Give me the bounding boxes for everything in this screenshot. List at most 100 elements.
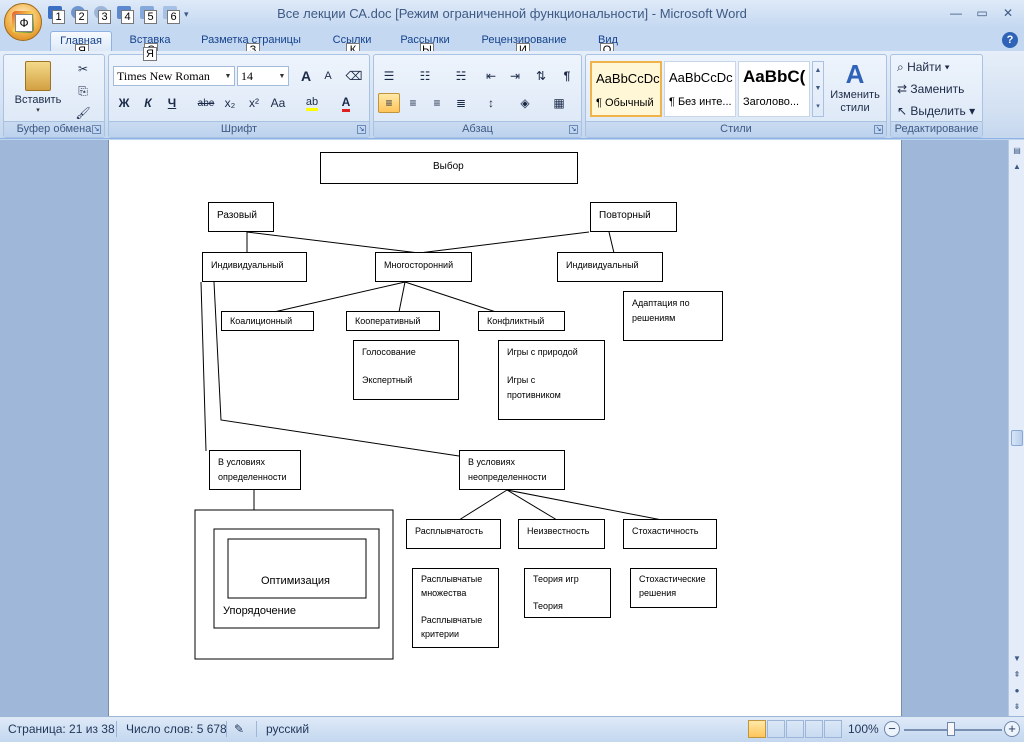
styles-scroll[interactable]: ▲ ▼ ▾ [812, 61, 824, 117]
line-spacing-icon[interactable]: ↕ [480, 93, 502, 113]
maximize-button[interactable]: ▭ [970, 4, 994, 22]
browse-object-icon[interactable]: ● [1010, 684, 1024, 698]
tab-mailings[interactable]: Рассылки Ы [392, 31, 458, 57]
styles-launcher-icon[interactable]: ↘ [874, 125, 883, 134]
show-marks-icon[interactable]: ¶ [556, 66, 578, 86]
align-left-icon[interactable]: ≡ [378, 93, 400, 113]
vertical-scrollbar[interactable]: ▤ ▲ ▼ ⇞ ● ⇟ [1008, 140, 1024, 716]
numbering-icon[interactable]: ☷ [414, 66, 436, 86]
word-count[interactable]: Число слов: 5 678 [126, 722, 227, 736]
change-case-button[interactable]: Aa [267, 93, 289, 113]
font-size-select[interactable]: 14 ▼ [237, 66, 289, 86]
replace-button[interactable]: ⇄ Заменить [897, 82, 964, 100]
minimize-button[interactable]: — [944, 4, 968, 22]
node-one-time: Разовый [208, 202, 274, 232]
paragraph-launcher-icon[interactable]: ↘ [569, 125, 578, 134]
tab-page-layout[interactable]: Разметка страницы З [192, 31, 310, 57]
select-button[interactable]: ↖ Выделить ▾ [897, 104, 975, 122]
highlight-icon[interactable]: ab [301, 93, 323, 113]
ribbon: Вставить ▾ ✂ ⎘ 🖌 Буфер обмена ↘ Times Ne… [0, 47, 1024, 139]
next-page-icon[interactable]: ⇟ [1010, 700, 1024, 714]
cursor-icon: ↖ [897, 104, 911, 118]
strikethrough-button[interactable]: abe [195, 93, 217, 113]
node-fuzzy-sets: Расплывчатые множества Расплывчатые крит… [412, 568, 499, 648]
font-launcher-icon[interactable]: ↘ [357, 125, 366, 134]
tab-home[interactable]: ГлавнаяЯ [50, 31, 112, 58]
node-game-theory: Теория игр Теория [524, 568, 611, 618]
bullets-icon[interactable]: ☰ [378, 66, 400, 86]
bold-button[interactable]: Ж [113, 93, 135, 113]
format-painter-icon[interactable]: 🖌 [72, 103, 94, 123]
align-center-icon[interactable]: ≡ [402, 93, 424, 113]
help-icon[interactable]: ? [1002, 32, 1018, 48]
shrink-font-button[interactable]: A [317, 66, 339, 86]
font-color-icon[interactable]: A [335, 93, 357, 113]
print-layout-view-icon[interactable] [748, 720, 766, 738]
underline-button[interactable]: Ч [161, 93, 183, 113]
styles-group-label: Стили [586, 121, 886, 137]
borders-icon[interactable]: ▦ [548, 93, 570, 113]
node-choice: Выбор [320, 152, 578, 184]
paragraph-group: ☰ ☷ ☵ ⇤ ⇥ ⇅ ¶ ≡ ≡ ≡ ≣ ↕ ◈ ▦ Абзац ↘ [373, 54, 582, 138]
window-controls: — ▭ ✕ [944, 4, 1020, 22]
font-group-label: Шрифт [109, 121, 369, 137]
superscript-button[interactable]: x² [243, 93, 265, 113]
node-games: Игры с природой Игры с противником [498, 340, 605, 420]
clipboard-launcher-icon[interactable]: ↘ [92, 125, 101, 134]
language-indicator[interactable]: русский [266, 722, 309, 736]
font-family-select[interactable]: Times New Roman ▼ [113, 66, 235, 86]
document-area[interactable]: Выбор Разовый Повторный Индивидуальный М… [0, 140, 1008, 716]
close-button[interactable]: ✕ [996, 4, 1020, 22]
node-coalition: Коалиционный [221, 311, 314, 331]
tab-view[interactable]: Вид О [590, 31, 626, 57]
change-styles-button[interactable]: A Изменить стили [826, 59, 884, 119]
node-individual-left: Индивидуальный [202, 252, 307, 282]
scroll-thumb[interactable] [1011, 430, 1023, 446]
document-page[interactable]: Выбор Разовый Повторный Индивидуальный М… [108, 140, 902, 716]
scroll-down-icon[interactable]: ▼ [1010, 652, 1024, 666]
paste-icon [25, 61, 51, 91]
full-screen-reading-view-icon[interactable] [767, 720, 785, 738]
style-normal[interactable]: AaBbCcDc ¶ Обычный [590, 61, 662, 117]
scroll-up-icon[interactable]: ▲ [1010, 160, 1024, 174]
multilevel-list-icon[interactable]: ☵ [450, 66, 472, 86]
proofing-icon[interactable]: ✎ [234, 722, 244, 736]
node-cooperative: Кооперативный [346, 311, 440, 331]
shading-icon[interactable]: ◈ [514, 93, 536, 113]
outline-view-icon[interactable] [805, 720, 823, 738]
title-bar: 1 2 3 4 5 6 ▾ Все лекции СА.doc [Режим о… [0, 0, 1024, 28]
web-layout-view-icon[interactable] [786, 720, 804, 738]
increase-indent-icon[interactable]: ⇥ [504, 66, 526, 86]
zoom-out-button[interactable]: − [884, 721, 900, 737]
ruler-toggle-icon[interactable]: ▤ [1010, 144, 1024, 158]
subscript-button[interactable]: x₂ [219, 93, 241, 113]
zoom-level[interactable]: 100% [848, 722, 879, 736]
change-styles-icon: A [845, 59, 865, 89]
align-right-icon[interactable]: ≡ [426, 93, 448, 113]
decrease-indent-icon[interactable]: ⇤ [480, 66, 502, 86]
copy-icon[interactable]: ⎘ [72, 81, 94, 101]
find-button[interactable]: ⌕ Найти ▾ [897, 60, 950, 78]
window-title: Все лекции СА.doc [Режим ограниченной фу… [277, 6, 747, 21]
node-certainty: В условиях определенности [209, 450, 301, 490]
previous-page-icon[interactable]: ⇞ [1010, 668, 1024, 682]
cut-icon[interactable]: ✂ [72, 59, 94, 79]
style-no-spacing[interactable]: AaBbCcDc ¶ Без инте... [664, 61, 736, 117]
office-button[interactable]: Ф [4, 3, 42, 41]
paste-button[interactable]: Вставить ▾ [12, 59, 64, 119]
zoom-in-button[interactable]: + [1004, 721, 1020, 737]
style-heading[interactable]: AaBbC( Заголово... [738, 61, 810, 117]
draft-view-icon[interactable] [824, 720, 842, 738]
sort-icon[interactable]: ⇅ [530, 66, 552, 86]
zoom-slider-thumb[interactable] [947, 722, 955, 736]
tab-references[interactable]: Ссылки К [326, 31, 378, 57]
styles-group: AaBbCcDc ¶ Обычный AaBbCcDc ¶ Без инте..… [585, 54, 887, 138]
tab-review[interactable]: Рецензирование И [472, 31, 576, 57]
node-repeated: Повторный [590, 202, 677, 232]
page-indicator[interactable]: Страница: 21 из 38 [8, 722, 115, 736]
grow-font-button[interactable]: A [295, 66, 317, 86]
justify-icon[interactable]: ≣ [450, 93, 472, 113]
italic-button[interactable]: К [137, 93, 159, 113]
clear-formatting-icon[interactable]: ⌫ [343, 66, 365, 86]
chevron-down-icon: ▼ [224, 72, 232, 80]
